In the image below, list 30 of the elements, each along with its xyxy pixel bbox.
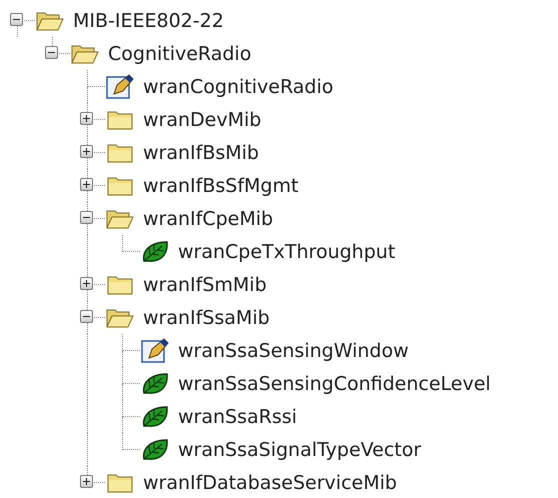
expand-toggle[interactable]: [80, 475, 93, 488]
pen-document-icon: [105, 74, 135, 100]
tree-node-label[interactable]: wranCpeTxThroughput: [178, 240, 396, 262]
tree-node-label[interactable]: CognitiveRadio: [108, 42, 252, 64]
expand-toggle[interactable]: [80, 277, 93, 290]
leaf-icon: [140, 238, 170, 264]
tree-node-label[interactable]: wranSsaSensingConfidenceLevel: [178, 372, 491, 394]
collapse-toggle[interactable]: [80, 310, 93, 323]
leaf-icon: [140, 436, 170, 462]
tree-node-label[interactable]: wranSsaSensingWindow: [178, 340, 409, 362]
tree-node-label[interactable]: wranDevMib: [143, 108, 262, 130]
collapse-toggle[interactable]: [45, 46, 58, 59]
tree-node-label[interactable]: wranSsaSignalTypeVector: [178, 438, 422, 460]
tree-node-label[interactable]: wranIfBsMib: [143, 142, 259, 164]
expand-toggle[interactable]: [80, 112, 93, 125]
tree-node-label[interactable]: wranIfDatabaseServiceMib: [143, 472, 397, 494]
expand-toggle[interactable]: [80, 178, 93, 191]
collapse-toggle[interactable]: [10, 13, 23, 26]
tree-node-label[interactable]: MIB-IEEE802-22: [73, 10, 224, 32]
tree-node-label[interactable]: wranIfSsaMib: [143, 306, 270, 328]
tree-node-label[interactable]: wranSsaRssi: [178, 406, 297, 428]
leaf-icon: [140, 370, 170, 396]
collapse-toggle[interactable]: [80, 211, 93, 224]
tree-node-label[interactable]: wranIfSmMib: [143, 274, 267, 296]
pen-document-icon: [140, 338, 170, 364]
tree-node-label[interactable]: wranIfBsSfMgmt: [143, 174, 298, 196]
leaf-icon: [140, 404, 170, 430]
tree-node-label[interactable]: wranCognitiveRadio: [143, 76, 334, 98]
expand-toggle[interactable]: [80, 145, 93, 158]
tree-node-label[interactable]: wranIfCpeMib: [143, 208, 274, 230]
